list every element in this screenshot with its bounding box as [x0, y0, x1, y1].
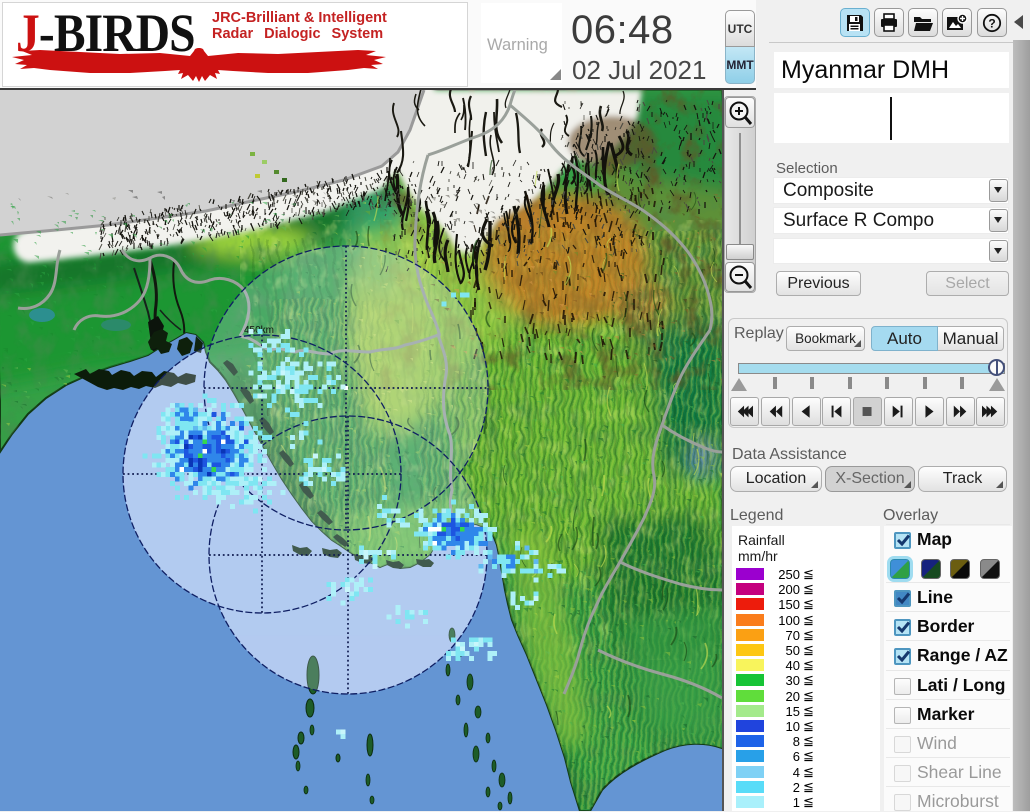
svg-text:?: ? [988, 16, 995, 30]
